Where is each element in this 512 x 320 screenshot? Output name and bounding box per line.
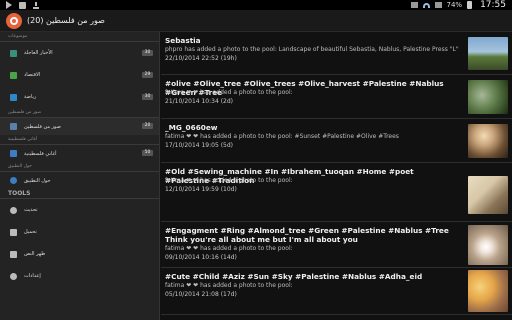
app-logo-icon[interactable] <box>6 13 22 29</box>
post-title: #Cute #Child #Aziz #Sun #Sky #Palestine … <box>165 272 423 281</box>
download-icon <box>33 1 39 9</box>
post-body: phpro has added a photo to the pool: Lan… <box>165 46 459 53</box>
save-icon <box>10 228 17 236</box>
drawer-item-label: حول التطبيق <box>24 177 51 184</box>
list-item[interactable]: #Cute #Child #Aziz #Sun #Sky #Palestine … <box>161 268 512 315</box>
wifi-icon <box>422 2 430 8</box>
post-date: 09/10/2014 10:16 (14d) <box>165 254 237 261</box>
drawer-item-sports[interactable]: رياضة 30 <box>0 86 159 108</box>
section-header-tools: TOOLS <box>0 189 159 199</box>
drawer-item-label: أغاني فلسطينية <box>24 150 57 157</box>
mute-icon <box>410 2 418 8</box>
music-icon <box>10 150 17 157</box>
battery-level: 74% <box>446 1 463 9</box>
refresh-icon <box>10 206 17 214</box>
drawer-item-label: إعدادات <box>24 273 41 279</box>
sports-icon <box>10 93 17 101</box>
post-date: 22/10/2014 22:52 (19h) <box>165 55 237 62</box>
drawer-item-economy[interactable]: الاقتصاد 29 <box>0 64 159 86</box>
section-header-photos: صور من فلسطين <box>0 108 159 118</box>
list-item-partial[interactable] <box>161 315 512 320</box>
photo-feed: Sebastia phpro has added a photo to the … <box>161 32 512 320</box>
post-title: _MG_0660ew <box>165 123 218 132</box>
post-title: Sebastia <box>165 36 201 45</box>
section-header-topics: موضوعات <box>0 32 159 42</box>
list-item[interactable]: Sebastia phpro has added a photo to the … <box>161 32 512 75</box>
drawer-item-label: الأخبار العاجلة <box>24 50 53 56</box>
post-date: 21/10/2014 10:34 (2d) <box>165 98 233 105</box>
news-icon <box>10 49 17 57</box>
settings-icon <box>10 272 17 280</box>
drawer-item-label: صور من فلسطين <box>24 123 61 130</box>
drawer-item-breaking-news[interactable]: الأخبار العاجلة 30 <box>0 42 159 64</box>
post-title: #Engagment #Ring #Almond_tree #Green #Pa… <box>165 226 449 244</box>
post-body: fatima ❤ ❤ has added a photo to the pool… <box>165 89 293 96</box>
gallery-icon <box>19 1 26 9</box>
drawer-item-songs[interactable]: أغاني فلسطينية 50 <box>0 145 159 162</box>
page-title: صور من فلسطين (20) <box>27 16 105 25</box>
count-badge: 29 <box>142 72 153 78</box>
system-icons: 74% 17:55 <box>410 0 506 10</box>
post-date: 12/10/2014 19:59 (10d) <box>165 186 237 193</box>
notification-icons <box>6 1 39 9</box>
navigation-drawer: موضوعات الأخبار العاجلة 30 الاقتصاد 29 ر… <box>0 32 160 320</box>
post-body: fatima ❤ ❤ has added a photo to the pool… <box>165 245 293 252</box>
clock: 17:55 <box>480 0 506 10</box>
list-item[interactable]: #Engagment #Ring #Almond_tree #Green #Pa… <box>161 222 512 268</box>
drawer-item-settings[interactable]: إعدادات <box>0 265 159 287</box>
drawer-item-label: رياضة <box>24 94 37 100</box>
dollar-icon <box>10 71 17 79</box>
post-date: 05/10/2014 21:08 (17d) <box>165 291 237 298</box>
list-item[interactable]: _MG_0660ew fatima ❤ ❤ has added a photo … <box>161 119 512 163</box>
section-header-songs: أغاني فلسطينية <box>0 135 159 145</box>
drawer-item-refresh[interactable]: تحديث <box>0 199 159 221</box>
drawer-item-label: الاقتصاد <box>24 72 41 78</box>
status-bar: 74% 17:55 <box>0 0 512 10</box>
info-icon <box>10 177 17 184</box>
post-thumbnail[interactable] <box>468 176 508 214</box>
post-thumbnail[interactable] <box>468 124 508 158</box>
drawer-item-label: تحميل <box>24 229 37 235</box>
post-thumbnail[interactable] <box>468 37 508 70</box>
drawer-item-show-text[interactable]: ظهر النص <box>0 243 159 265</box>
drawer-item-label: ظهر النص <box>24 251 46 257</box>
app-logo-ring <box>10 17 18 25</box>
count-badge: 20 <box>142 123 153 129</box>
list-item[interactable]: #Old #Sewing_machine #In #Ibrahem_tuoqan… <box>161 163 512 222</box>
text-icon <box>10 250 17 258</box>
play-store-icon <box>6 1 12 9</box>
post-body: fatima ❤ ❤ has added a photo to the pool… <box>165 133 399 140</box>
post-date: 17/10/2014 19:05 (5d) <box>165 142 233 149</box>
post-thumbnail[interactable] <box>468 225 508 265</box>
count-badge: 50 <box>142 150 153 156</box>
section-header-about: حول التطبيق <box>0 162 159 172</box>
drawer-item-label: تحديث <box>24 207 38 213</box>
action-bar: صور من فلسطين (20) <box>0 10 512 32</box>
count-badge: 30 <box>142 50 153 56</box>
post-thumbnail[interactable] <box>468 270 508 312</box>
list-item[interactable]: #olive #Olive_tree #Olive_trees #Olive_h… <box>161 75 512 119</box>
gallery-item-icon <box>10 123 17 130</box>
post-body: fatima ❤ ❤ has added a photo to the pool… <box>165 177 293 184</box>
signal-icon <box>434 2 442 8</box>
drawer-item-photos[interactable]: صور من فلسطين 20 <box>0 118 159 135</box>
post-thumbnail[interactable] <box>468 80 508 114</box>
post-body: fatima ❤ ❤ has added a photo to the pool… <box>165 282 293 289</box>
battery-icon <box>467 1 473 9</box>
count-badge: 30 <box>142 94 153 100</box>
drawer-item-about[interactable]: حول التطبيق <box>0 172 159 189</box>
drawer-item-download[interactable]: تحميل <box>0 221 159 243</box>
